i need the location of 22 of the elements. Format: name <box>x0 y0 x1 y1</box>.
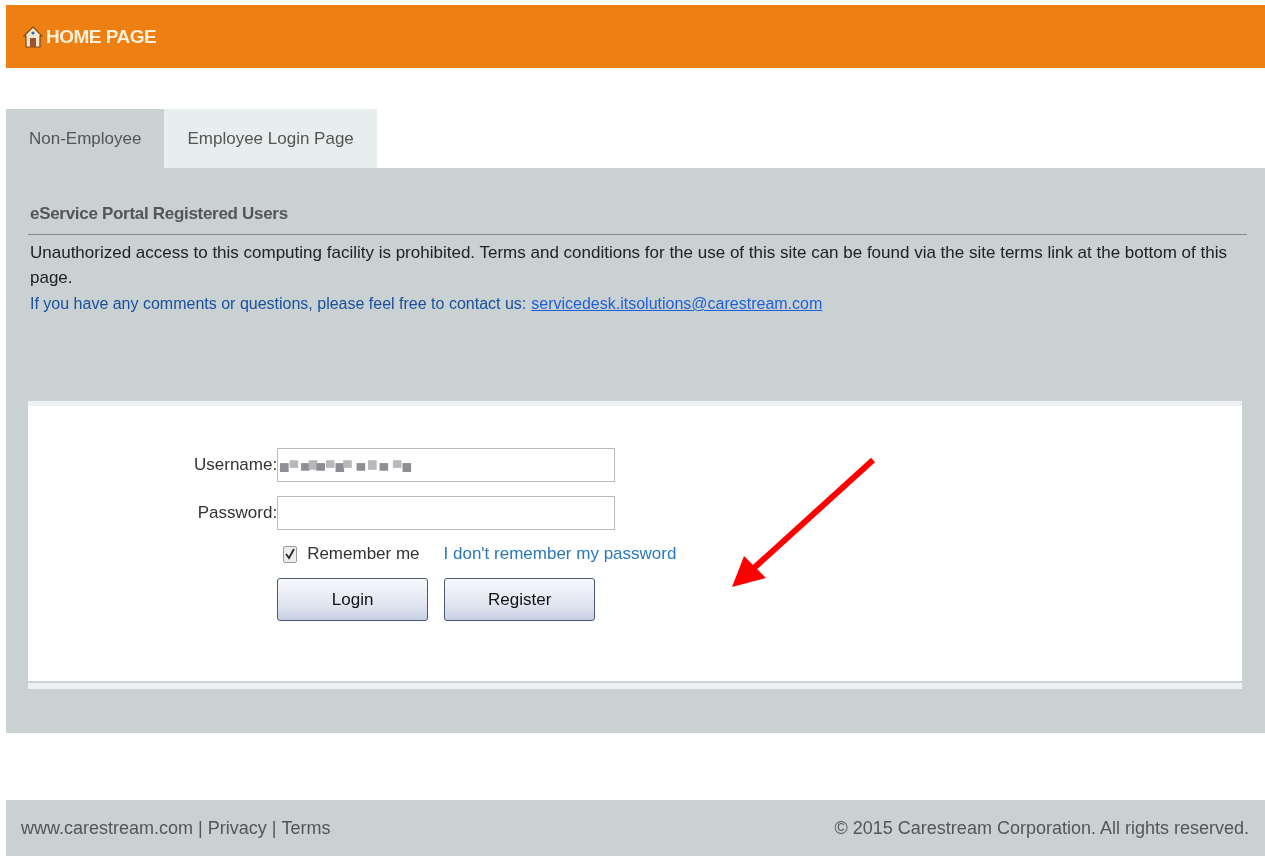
tab[interactable]: Employee Login Page <box>164 109 377 168</box>
field-label: Password: <box>196 503 278 523</box>
checkbox[interactable] <box>283 545 298 563</box>
field-label: Username: <box>194 455 278 475</box>
checkbox-label: Remember me <box>307 544 420 564</box>
forgot-password-link[interactable]: I don't remember my password <box>443 544 677 564</box>
notice-text: Unauthorized access to this computing facility is prohibited. Terms and conditions for the use of this site can be found via the site terms link at the bottom of this page. <box>29 242 1228 289</box>
contact-text: If you have any comments or questions, please feel free to contact us: <box>30 294 527 314</box>
footer-link[interactable]: Privacy <box>207 817 267 839</box>
form-button[interactable]: Login <box>277 578 429 621</box>
email-link[interactable]: servicedesk.itsolutions@carestream.com <box>531 293 823 315</box>
footer-link[interactable]: Terms <box>281 817 331 839</box>
footer-link[interactable]: www.carestream.com <box>21 817 194 839</box>
copyright-text: © 2015 Carestream Corporation. All rights reserved. <box>834 817 1249 839</box>
home-icon[interactable] <box>23 25 43 48</box>
username-field[interactable] <box>277 448 616 482</box>
separator: | <box>198 817 203 839</box>
form-button[interactable]: Register <box>444 578 596 621</box>
section-heading: eService Portal Registered Users <box>28 204 1247 235</box>
tab[interactable]: Non-Employee <box>6 109 165 168</box>
separator: | <box>271 817 277 839</box>
password-field[interactable] <box>277 496 616 530</box>
